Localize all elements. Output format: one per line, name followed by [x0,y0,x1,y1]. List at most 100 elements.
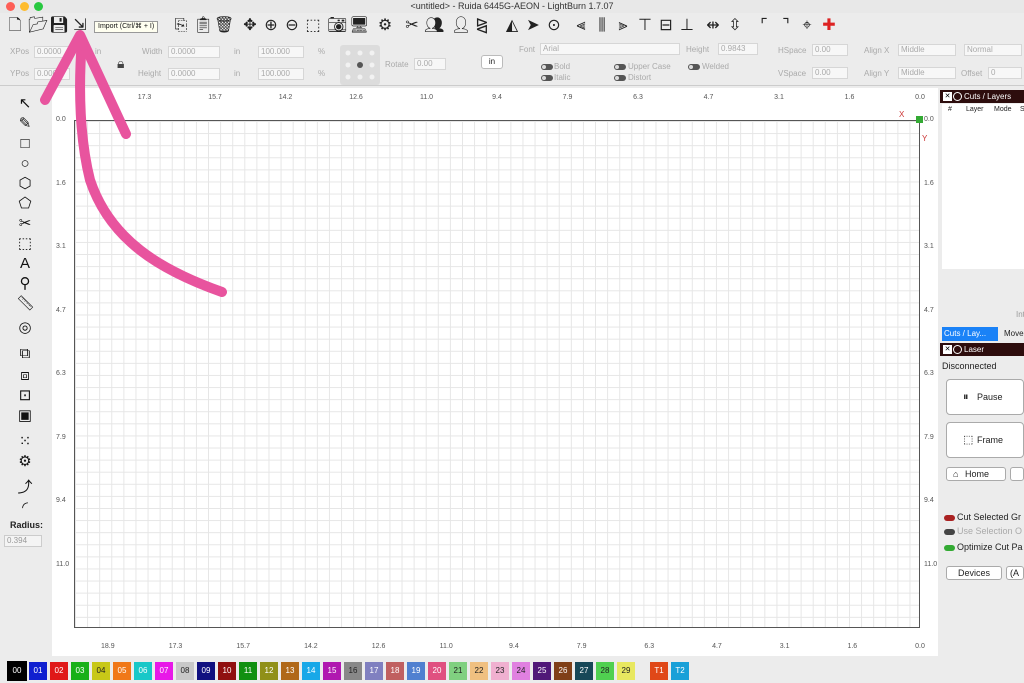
minimize-window-button[interactable] [20,2,29,11]
monitor-icon[interactable]: 🖥︎ [349,17,369,35]
frame-button[interactable]: ⬚ Frame [946,422,1024,458]
text-mode-select[interactable]: Normal [964,44,1022,56]
import-icon[interactable]: ⇲︎ [71,17,89,35]
palette-swatch-T2[interactable]: T2 [671,662,689,680]
align-x-select[interactable]: Middle [898,44,956,56]
target-icon[interactable]: ⊙︎ [545,17,563,35]
align-hcenter-icon[interactable]: ⫼︎ [593,17,611,35]
devices-button[interactable]: Devices [946,566,1002,580]
align-right-icon[interactable]: ⫸︎ [614,17,632,35]
float-panel-icon[interactable] [953,92,962,101]
optimize-cut-option[interactable]: Optimize Cut Pa [944,542,1023,552]
align-y-select[interactable]: Middle [898,67,956,79]
pencil-icon[interactable]: ✎︎ [16,115,34,133]
palette-swatch-10[interactable]: 10 [218,662,236,680]
paste-icon[interactable]: 📋︎ [193,17,213,35]
ellipse-icon[interactable]: ○︎ [16,155,34,173]
lock-icon[interactable]: 🔒︎ [117,55,124,72]
open-file-icon[interactable]: 📂︎ [28,17,48,35]
palette-swatch-15[interactable]: 15 [323,662,341,680]
scale-width-input[interactable]: 100.000 [258,46,304,58]
boolean-intersect-icon[interactable]: ⊡︎ [16,387,34,405]
ruler-icon[interactable]: 📏︎ [16,295,35,313]
copy-icon[interactable]: ⎘︎ [172,17,190,35]
palette-swatch-27[interactable]: 27 [575,662,593,680]
units-button[interactable]: in [481,55,503,69]
height-input[interactable]: 0.0000 [168,68,220,80]
tab-move[interactable]: Move [1002,327,1024,341]
settings-icon[interactable]: ⚙︎ [376,17,394,35]
text-icon[interactable]: A︎ [16,255,34,273]
palette-swatch-28[interactable]: 28 [596,662,614,680]
palette-swatch-09[interactable]: 09 [197,662,215,680]
palette-swatch-13[interactable]: 13 [281,662,299,680]
corner-radius-icon[interactable]: ◜︎ [16,499,34,517]
align-bottom-icon[interactable]: ⊥︎ [678,17,696,35]
close-panel-icon[interactable]: ✕ [943,92,952,101]
dist-v-icon[interactable]: ⇳︎ [726,17,744,35]
palette-swatch-17[interactable]: 17 [365,662,383,680]
cut-selected-option[interactable]: Cut Selected Gr [944,512,1021,522]
palette-swatch-25[interactable]: 25 [533,662,551,680]
go-to-origin-button[interactable] [1010,467,1024,481]
zoom-in-icon[interactable]: ⊕︎ [262,17,280,35]
trash-icon[interactable]: 🗑︎ [214,17,234,35]
close-laser-panel-icon[interactable]: ✕ [943,345,952,354]
width-input[interactable]: 0.0000 [168,46,220,58]
pause-button[interactable]: ⏸︎ Pause [946,379,1024,415]
palette-swatch-18[interactable]: 18 [386,662,404,680]
palette-swatch-14[interactable]: 14 [302,662,320,680]
send-icon[interactable]: ➤︎ [524,17,542,35]
palette-swatch-22[interactable]: 22 [470,662,488,680]
circular-array-icon[interactable]: ⚙︎ [16,453,34,471]
hspace-input[interactable]: 0.00 [812,44,848,56]
palette-swatch-16[interactable]: 16 [344,662,362,680]
close-window-button[interactable] [6,2,15,11]
work-area[interactable]: 17.3 15.7 14.2 12.6 11.0 9.4 7.9 6.3 4.7 3.1 1.6 0.… [52,88,938,656]
palette-swatch-T1[interactable]: T1 [650,662,668,680]
ypos-input[interactable]: 0.0000 [34,68,70,80]
zoom-out-icon[interactable]: ⊖︎ [283,17,301,35]
anchor-grid[interactable] [340,45,380,85]
palette-swatch-29[interactable]: 29 [617,662,635,680]
user-icon[interactable]: 👤︎ [451,17,471,35]
save-icon[interactable]: 💾︎ [49,17,69,35]
welded-toggle[interactable] [688,64,700,70]
offset-icon[interactable]: ◎︎ [16,319,34,337]
float-laser-panel-icon[interactable] [953,345,962,354]
auto-button[interactable]: (A [1006,566,1024,580]
pentagon-icon[interactable]: ⬠︎ [16,195,34,213]
font-select[interactable]: Arial [540,43,680,55]
palette-swatch-11[interactable]: 11 [239,662,257,680]
palette-swatch-20[interactable]: 20 [428,662,446,680]
frame-selection-icon[interactable]: ⬚︎ [304,17,322,35]
distort-toggle[interactable] [614,75,626,81]
palette-swatch-26[interactable]: 26 [554,662,572,680]
offset-input[interactable]: 0 [988,67,1022,79]
center-icon[interactable]: ⌖︎ [798,17,816,35]
tools-icon[interactable]: ✂︎ [403,17,421,35]
scissors-icon[interactable]: ✂︎ [16,215,34,233]
font-height-input[interactable]: 0.9843 [718,43,758,55]
mirror-v-icon[interactable]: ◭︎ [503,17,521,35]
align-top-icon[interactable]: ⊤︎ [636,17,654,35]
palette-swatch-04[interactable]: 04 [92,662,110,680]
radius-input[interactable]: 0.394 [4,535,42,547]
layers-table[interactable]: # Layer Mode S [942,104,1024,269]
use-selection-option[interactable]: Use Selection O [944,526,1022,536]
scale-height-input[interactable]: 100.000 [258,68,304,80]
tab-cuts-layers[interactable]: Cuts / Lay... [942,327,998,341]
dist-h-icon[interactable]: ⇹︎ [704,17,722,35]
rotate-input[interactable]: 0.00 [414,58,446,70]
users-icon[interactable]: 👥︎ [424,17,444,35]
rectangle-icon[interactable]: □︎ [16,135,34,153]
camera-icon[interactable]: 📷︎ [327,17,347,35]
palette-swatch-08[interactable]: 08 [176,662,194,680]
palette-swatch-24[interactable]: 24 [512,662,530,680]
polygon-icon[interactable]: ⬡︎ [16,175,34,193]
palette-swatch-23[interactable]: 23 [491,662,509,680]
palette-swatch-06[interactable]: 06 [134,662,152,680]
dashed-rect-icon[interactable]: ⬚︎ [16,235,34,253]
boolean-union-icon[interactable]: ⧉︎ [16,345,34,363]
palette-swatch-03[interactable]: 03 [71,662,89,680]
